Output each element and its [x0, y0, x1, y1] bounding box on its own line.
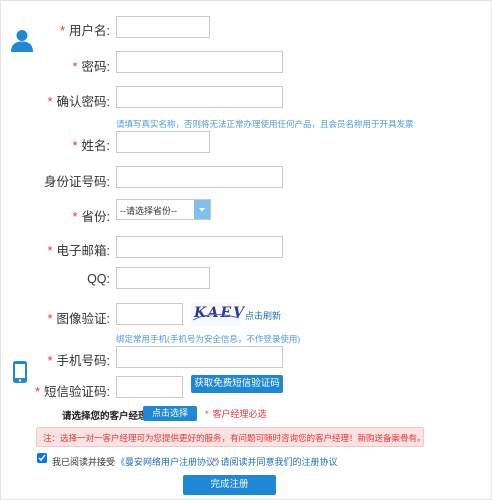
- required-mark: *: [72, 139, 78, 153]
- realname-input[interactable]: [116, 131, 210, 153]
- province-select[interactable]: --请选择省份--: [116, 199, 211, 220]
- qq-label: QQ:: [87, 272, 110, 286]
- dropdown-arrow-icon[interactable]: [194, 200, 210, 219]
- agreement-link[interactable]: 《曼安网络用户注册协议》: [116, 455, 224, 468]
- email-input[interactable]: [116, 236, 283, 258]
- realname-label-text: 姓名:: [81, 139, 110, 153]
- agree-warning: * 请阅读并同意我们的注册协议: [213, 455, 338, 468]
- get-sms-code-button[interactable]: 获取免费短信验证码: [191, 375, 283, 393]
- agree-warning-text: 请阅读并同意我们的注册协议: [220, 457, 338, 467]
- province-label: * 省份:: [73, 206, 110, 225]
- manager-required-text: 客户经理必选: [212, 409, 267, 419]
- idcard-label: 身份证号码:: [44, 171, 110, 190]
- captcha-image[interactable]: KAEV: [191, 302, 244, 326]
- username-label: * 用户名:: [60, 20, 110, 39]
- phone-icon: [13, 361, 27, 383]
- submit-register-button[interactable]: 完成注册: [183, 475, 276, 495]
- password-label-text: 密码:: [81, 60, 110, 74]
- required-mark: *: [213, 457, 217, 467]
- agree-text: 我已阅读并接受: [52, 457, 116, 467]
- captcha-label-text: 图像验证:: [56, 312, 110, 326]
- required-mark: *: [47, 354, 53, 368]
- required-mark: *: [72, 60, 78, 74]
- required-mark: *: [60, 24, 66, 38]
- phone-input[interactable]: [116, 346, 283, 368]
- email-label: * 电子邮箱:: [48, 240, 110, 259]
- password-input[interactable]: [116, 51, 283, 73]
- required-mark: *: [35, 385, 41, 399]
- manager-required-note: * 客户经理必选: [205, 407, 267, 420]
- idcard-input[interactable]: [116, 166, 283, 188]
- name-hint: 请填写真实名称，否则将无法正常办理使用任何产品，且会员名称用于开具发票: [116, 119, 414, 129]
- username-label-text: 用户名:: [69, 24, 110, 38]
- province-label-text: 省份:: [81, 210, 110, 224]
- required-mark: *: [47, 312, 53, 326]
- password-label: * 密码:: [73, 56, 110, 75]
- agree-checkbox[interactable]: [37, 453, 47, 463]
- phone-label: * 手机号码:: [48, 350, 110, 369]
- email-label-text: 电子邮箱:: [56, 244, 110, 258]
- qq-label-text: QQ:: [87, 272, 110, 286]
- sms-code-input[interactable]: [116, 376, 183, 398]
- confirm-password-input[interactable]: [116, 86, 283, 108]
- notice-text: 注：选择一对一客户经理可为您提供更好的服务，有问题可随时咨询您的客户经理！新购送…: [43, 433, 426, 443]
- required-mark: *: [72, 210, 78, 224]
- phone-hint: 绑定常用手机(手机号为安全信息，不作登录使用): [116, 334, 301, 344]
- confirm-password-label-text: 确认密码:: [56, 95, 110, 109]
- notice-box: 注：选择一对一客户经理可为您提供更好的服务，有问题可随时咨询您的客户经理！新购送…: [36, 427, 426, 447]
- captcha-label: * 图像验证:: [48, 308, 110, 327]
- captcha-refresh-link[interactable]: 点击刷新: [245, 309, 281, 322]
- confirm-password-label: * 确认密码:: [48, 91, 110, 110]
- required-mark: *: [47, 95, 53, 109]
- captcha-input[interactable]: [116, 303, 183, 325]
- sms-label: * 短信验证码:: [35, 381, 110, 400]
- sms-label-text: 短信验证码:: [44, 385, 110, 399]
- phone-label-text: 手机号码:: [56, 354, 110, 368]
- required-mark: *: [47, 244, 53, 258]
- realname-label: * 姓名:: [73, 135, 110, 154]
- required-mark: *: [205, 409, 209, 419]
- username-input[interactable]: [116, 16, 210, 38]
- qq-input[interactable]: [116, 267, 210, 289]
- idcard-label-text: 身份证号码:: [44, 175, 110, 189]
- user-icon: [11, 30, 33, 52]
- select-manager-button[interactable]: 点击选择: [143, 406, 197, 421]
- province-select-value: --请选择省份--: [120, 206, 177, 216]
